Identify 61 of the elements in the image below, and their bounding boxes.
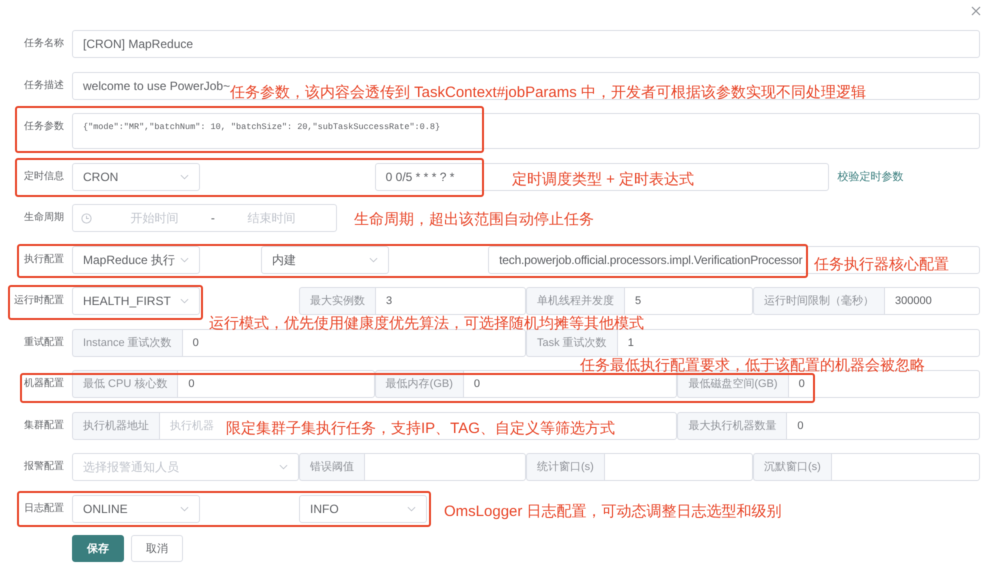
field-label: 日志配置 <box>23 502 65 516</box>
select-field[interactable]: INFO <box>298 494 427 522</box>
field-prefix: 最大执行机器数量 <box>677 412 786 440</box>
field-prefix: 最低内存(GB) <box>374 370 463 398</box>
input-field[interactable]: 3 <box>374 287 526 315</box>
field-prefix: 最低 CPU 核心数 <box>72 370 178 398</box>
select-field[interactable]: CRON <box>72 162 200 190</box>
annotation-text: 运行模式，优先使用健康度优先算法，可选择随机均摊等其他模式 <box>209 316 644 331</box>
field-label: 执行配置 <box>23 252 65 266</box>
input-field[interactable] <box>364 453 526 481</box>
field-prefix: 运行时间限制（毫秒） <box>752 287 884 315</box>
field-label: 运行时配置 <box>13 294 65 308</box>
field-label: 集群配置 <box>23 418 65 432</box>
input-field[interactable]: 300000 <box>884 287 980 315</box>
save-button[interactable]: 保存 <box>72 535 124 562</box>
field-prefix: 最大实例数 <box>298 287 375 315</box>
annotation-text: 任务参数，该内容会透传到 TaskContext#jobParams 中，开发者可根据该参数实现不同处理逻辑 <box>230 85 866 100</box>
input-field[interactable]: 1 <box>616 328 980 356</box>
field-label: 报警配置 <box>23 460 65 474</box>
clock-icon <box>81 212 92 224</box>
select-field[interactable]: MapReduce 执行 <box>72 246 200 274</box>
field-prefix: 统计窗口(s) <box>526 453 604 481</box>
field-prefix: 沉默窗口(s) <box>753 453 831 481</box>
field-label: 任务描述 <box>23 78 65 92</box>
chevron-icon <box>406 506 416 512</box>
text-area[interactable]: {"mode":"MR","batchNum": 10, "batchSize": 20,"subTaskSuccessRate":0.8} <box>72 113 980 149</box>
annotation-text: 任务最低执行配置要求，低于该配置的机器会被忽略 <box>580 358 925 372</box>
chevron-icon <box>180 256 189 262</box>
annotation-text: 生命周期，超出该范围自动停止任务 <box>354 212 594 227</box>
field-label: 生命周期 <box>23 210 65 225</box>
annotation-text: 定时调度类型 + 定时表达式 <box>512 172 694 187</box>
close-icon[interactable] <box>971 6 981 16</box>
field-label: 重试配置 <box>23 336 65 350</box>
input-field[interactable]: [CRON] MapReduce <box>72 30 980 58</box>
input-field[interactable]: 0 <box>786 412 980 440</box>
select-field[interactable]: HEALTH_FIRST <box>72 287 200 315</box>
input-field[interactable] <box>604 453 753 481</box>
cancel-button[interactable]: 取消 <box>131 535 183 562</box>
field-label: 任务名称 <box>23 37 65 51</box>
chevron-icon <box>180 174 189 180</box>
annotation-text: 限定集群子集执行任务，支持IP、TAG、自定义等筛选方式 <box>226 421 615 436</box>
select-field[interactable]: ONLINE <box>72 494 200 522</box>
input-field[interactable]: 0 <box>177 370 375 398</box>
chevron-icon <box>180 506 189 512</box>
input-field[interactable] <box>830 453 980 481</box>
input-field[interactable]: 5 <box>624 287 753 315</box>
field-prefix: Instance 重试次数 <box>72 328 182 356</box>
field-label: 定时信息 <box>23 170 65 184</box>
chevron-icon <box>180 298 189 304</box>
field-label: 任务参数 <box>23 120 65 134</box>
field-prefix: 单机线程并发度 <box>526 287 624 315</box>
field-prefix: 错误阈值 <box>299 453 364 481</box>
select-field[interactable]: 内建 <box>261 246 390 274</box>
field-prefix: 执行机器地址 <box>72 412 159 440</box>
chevron-icon <box>369 256 378 262</box>
chevron-icon <box>279 464 288 470</box>
date-range-field[interactable]: 开始时间 - 结束时间 <box>72 204 337 232</box>
field-label: 机器配置 <box>23 376 65 391</box>
annotation-text: 任务执行器核心配置 <box>814 257 949 272</box>
annotation-text: OmsLogger 日志配置，可动态调整日志选型和级别 <box>444 504 782 519</box>
validate-link[interactable]: 校验定时参数 <box>828 162 980 190</box>
